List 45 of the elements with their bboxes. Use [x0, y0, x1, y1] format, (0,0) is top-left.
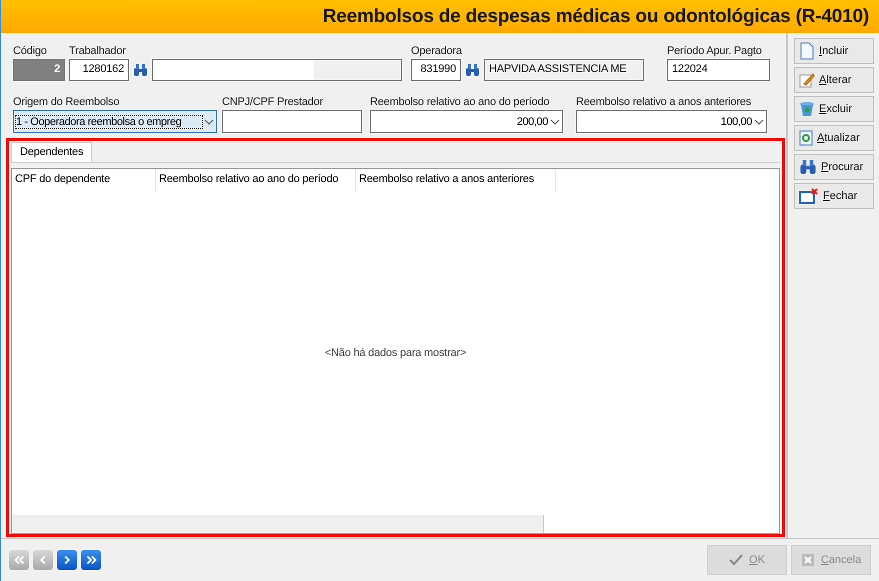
caret-icon	[550, 118, 560, 124]
field-label: Operadora	[411, 45, 463, 59]
field-label: Trabalhador	[69, 45, 127, 59]
refresh-icon	[799, 130, 813, 146]
close-button[interactable]: Fechar	[794, 183, 874, 209]
name-field: HAPVIDA ASSISTENCIA ME	[484, 59, 644, 81]
code-field[interactable]: 1280162	[69, 59, 129, 81]
edit-button[interactable]: Alterar	[794, 67, 874, 93]
column-header[interactable]: CPF do dependente	[12, 169, 156, 191]
new-button[interactable]: Incluir	[794, 38, 874, 64]
empty-message: <Não há dados para mostrar>	[324, 347, 466, 359]
cancel-icon	[800, 553, 815, 567]
input-field[interactable]	[222, 110, 362, 133]
code-field[interactable]: 831990	[411, 59, 461, 81]
horizontal-scrollbar[interactable]	[12, 515, 544, 533]
recycle-bin-icon	[799, 101, 815, 117]
dropdown-field[interactable]: 200,00	[370, 110, 563, 133]
input-field[interactable]: 122024	[667, 59, 770, 81]
pencil-icon	[799, 72, 815, 88]
last-page-button[interactable]	[81, 550, 101, 570]
caret-icon	[754, 118, 764, 124]
field-label: Reembolso relativo ao ano do período	[370, 96, 550, 110]
field-label: Origem do Reembolso	[13, 96, 120, 110]
checkmark-icon	[729, 554, 744, 566]
binoculars-icon[interactable]	[465, 64, 480, 76]
field-label: Período Apur. Pagto	[667, 45, 763, 59]
code-field[interactable]: 2	[13, 59, 65, 81]
caret-icon	[204, 118, 214, 124]
dropdown-field[interactable]: 100,00	[576, 110, 767, 133]
window-title: Reembolsos de despesas médicas ou odontológicas (R-4010)	[322, 6, 869, 28]
column-header[interactable]: Reembolso relativo ao ano do período	[156, 169, 356, 191]
tab[interactable]: Dependentes	[11, 142, 92, 162]
field-label: Código	[13, 45, 48, 59]
search-button[interactable]: Procurar	[794, 154, 874, 180]
field-label: CNPJ/CPF Prestador	[222, 96, 324, 110]
window-close-icon	[799, 188, 819, 204]
binoculars-icon	[799, 160, 817, 174]
next-page-button[interactable]	[57, 550, 77, 570]
document-icon	[799, 42, 815, 60]
delete-button[interactable]: Excluir	[794, 96, 874, 122]
binoculars-icon[interactable]	[133, 64, 148, 76]
column-header[interactable]: Reembolso relativo a anos anteriores	[356, 169, 556, 191]
dropdown-field[interactable]: 1 - Ooperadora reembolsa o empreg	[13, 110, 217, 133]
refresh-button[interactable]: Atualizar	[794, 125, 874, 151]
field-label: Reembolso relativo a anos anteriores	[576, 96, 752, 110]
